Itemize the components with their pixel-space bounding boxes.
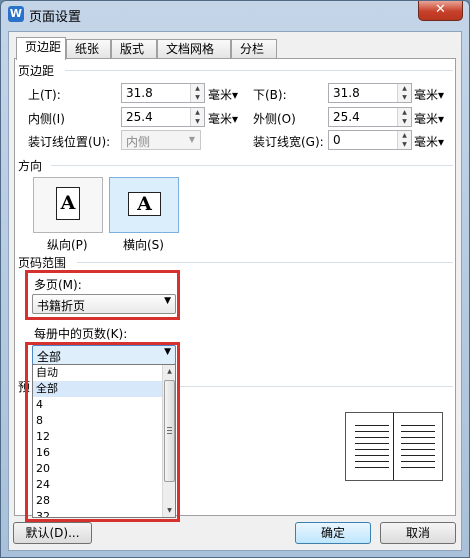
spin-arrows-icon[interactable]: ▲ ▼ — [190, 108, 204, 126]
margins-tab-panel: 页边距 上(T): 31.8 ▲ ▼ 毫米▾ 下(B): 31.8 ▲ ▼ 毫米▾ … — [14, 58, 456, 522]
scrollbar-thumb[interactable] — [164, 380, 175, 482]
portrait-label[interactable]: 纵向(P) — [47, 236, 88, 253]
gutter-position-label: 装订线位置(U): — [28, 135, 111, 149]
sheets-dropdown-list[interactable]: 自动 全部 4 8 12 16 20 24 28 32 ▲ ▼ — [32, 364, 176, 518]
list-item[interactable]: 12 — [33, 429, 175, 445]
top-margin-label: 上(T): — [28, 88, 61, 102]
chevron-down-icon: ▼ — [188, 135, 196, 144]
outside-margin-label: 外侧(O) — [253, 112, 296, 126]
top-margin-unit[interactable]: 毫米▾ — [208, 86, 238, 103]
title-bar: W 页面设置 ✕ — [1, 1, 469, 27]
dialog-body: 页边距 纸张 版式 文档网格 分栏 页边距 上(T): 31.8 ▲ ▼ 毫米▾ … — [8, 31, 462, 551]
list-item[interactable]: 24 — [33, 477, 175, 493]
bottom-margin-unit[interactable]: 毫米▾ — [414, 86, 444, 103]
spin-arrows-icon[interactable]: ▲ ▼ — [190, 84, 204, 102]
landscape-option[interactable]: A — [109, 177, 179, 233]
tab-layout[interactable]: 版式 — [111, 39, 157, 59]
wps-writer-icon: W — [8, 6, 24, 22]
gutter-width-value: 0 — [333, 133, 341, 147]
multiple-pages-label: 多页(M): — [34, 278, 82, 292]
section-divider — [77, 262, 453, 263]
bottom-margin-label: 下(B): — [253, 88, 287, 102]
cancel-button[interactable]: 取消 — [380, 522, 456, 544]
landscape-label[interactable]: 横向(S) — [123, 236, 164, 253]
gutter-width-label: 装订线宽(G): — [253, 135, 324, 149]
close-button[interactable]: ✕ — [418, 1, 463, 21]
list-item[interactable]: 8 — [33, 413, 175, 429]
sheets-per-booklet-value: 全部 — [37, 350, 62, 364]
section-divider — [180, 386, 453, 387]
scroll-down-icon[interactable]: ▼ — [163, 504, 175, 517]
preview-fold-line — [393, 413, 394, 480]
margins-section-title: 页边距 — [18, 64, 55, 78]
dropdown-scrollbar[interactable]: ▲ ▼ — [162, 365, 175, 517]
list-item[interactable]: 全部 — [33, 381, 175, 397]
tab-paper[interactable]: 纸张 — [66, 39, 111, 59]
portrait-page-icon: A — [56, 187, 80, 220]
gutter-width-unit[interactable]: 毫米▾ — [414, 133, 444, 150]
default-button[interactable]: 默认(D)... — [13, 522, 92, 544]
section-divider — [51, 165, 453, 166]
outside-margin-value: 25.4 — [333, 110, 360, 124]
multiple-pages-select[interactable]: 书籍折页 ▼ — [32, 294, 176, 314]
sheets-per-booklet-select[interactable]: 全部 ▼ — [32, 345, 176, 365]
tab-columns[interactable]: 分栏 — [231, 39, 277, 59]
list-item[interactable]: 32 — [33, 509, 175, 517]
tab-document-grid[interactable]: 文档网格 — [157, 39, 231, 59]
portrait-option[interactable]: A — [33, 177, 103, 233]
list-item[interactable]: 20 — [33, 461, 175, 477]
top-margin-value: 31.8 — [126, 86, 153, 100]
sheets-per-booklet-label: 每册中的页数(K): — [34, 327, 128, 341]
multiple-pages-value: 书籍折页 — [37, 299, 86, 313]
list-item[interactable]: 自动 — [33, 365, 175, 381]
landscape-page-icon: A — [128, 192, 161, 216]
booklet-preview — [345, 412, 443, 481]
gutter-width-field[interactable]: 0 ▲ ▼ — [328, 130, 412, 150]
top-margin-field[interactable]: 31.8 ▲ ▼ — [121, 83, 205, 103]
orientation-section-title: 方向 — [18, 159, 43, 173]
list-item[interactable]: 4 — [33, 397, 175, 413]
page-range-section-title: 页码范围 — [18, 256, 67, 270]
tab-margins[interactable]: 页边距 — [16, 37, 66, 60]
list-item[interactable]: 28 — [33, 493, 175, 509]
inside-margin-label: 内侧(I) — [28, 112, 65, 126]
ok-button[interactable]: 确定 — [295, 522, 371, 544]
dialog-title: 页面设置 — [29, 10, 82, 25]
page-setup-dialog: W 页面设置 ✕ 页边距 纸张 版式 文档网格 分栏 页边距 上(T): 31.… — [0, 0, 470, 558]
inside-margin-unit[interactable]: 毫米▾ — [208, 110, 238, 127]
spin-arrows-icon[interactable]: ▲ ▼ — [397, 84, 411, 102]
spin-arrows-icon[interactable]: ▲ ▼ — [397, 131, 411, 149]
scroll-up-icon[interactable]: ▲ — [163, 365, 175, 378]
outside-margin-unit[interactable]: 毫米▾ — [414, 110, 444, 127]
outside-margin-field[interactable]: 25.4 ▲ ▼ — [328, 107, 412, 127]
inside-margin-value: 25.4 — [126, 110, 153, 124]
bottom-margin-value: 31.8 — [333, 86, 360, 100]
spin-arrows-icon[interactable]: ▲ ▼ — [397, 108, 411, 126]
chevron-down-icon: ▼ — [164, 296, 171, 306]
gutter-position-value: 内侧 — [126, 135, 151, 149]
chevron-down-icon: ▼ — [164, 347, 171, 357]
list-item[interactable]: 16 — [33, 445, 175, 461]
bottom-margin-field[interactable]: 31.8 ▲ ▼ — [328, 83, 412, 103]
inside-margin-field[interactable]: 25.4 ▲ ▼ — [121, 107, 205, 127]
gutter-position-select[interactable]: 内侧 ▼ — [121, 130, 201, 150]
section-divider — [65, 70, 453, 71]
